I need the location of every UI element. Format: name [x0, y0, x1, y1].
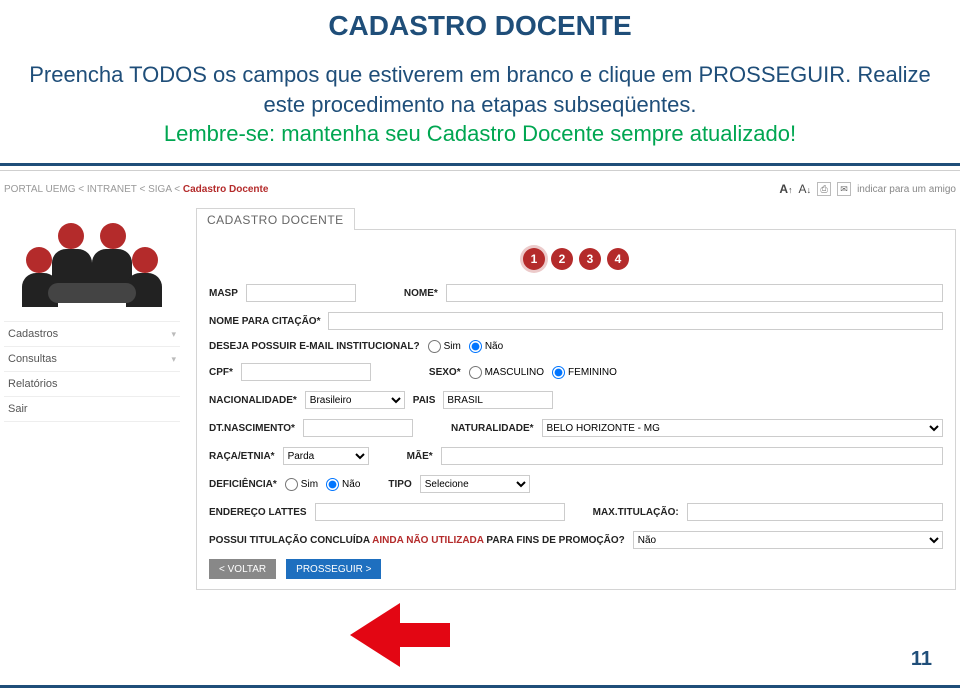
dtnasc-label: DT.NASCIMENTO*: [209, 423, 295, 434]
sidebar-item-cadastros[interactable]: Cadastros ▾: [4, 322, 180, 347]
def-nao-input[interactable]: [326, 478, 339, 491]
chevron-down-icon: ▾: [171, 354, 176, 365]
deficiencia-label: DEFICIÊNCIA*: [209, 479, 277, 490]
divider: [0, 163, 960, 166]
tipo-select[interactable]: Selecione: [420, 475, 530, 493]
step-indicator: 1 2 3 4: [209, 248, 943, 270]
email-nao-text: Não: [485, 341, 503, 352]
page-number: 11: [911, 648, 932, 671]
sexo-masc-text: MASCULINO: [485, 367, 544, 378]
titulacao-q-part-b: AINDA NÃO UTILIZADA: [372, 535, 483, 546]
titulacao-question: POSSUI TITULAÇÃO CONCLUÍDA AINDA NÃO UTI…: [209, 535, 625, 546]
breadcrumb-active: Cadastro Docente: [183, 184, 269, 195]
dtnasc-field[interactable]: [303, 419, 413, 437]
citacao-field[interactable]: [328, 312, 943, 330]
titulacao-q-part-a: POSSUI TITULAÇÃO CONCLUÍDA: [209, 535, 372, 546]
font-increase-button[interactable]: A↑: [779, 182, 792, 196]
screenshot-area: PORTAL UEMG < INTRANET < SIGA < Cadastro…: [0, 170, 960, 590]
arrow-down-icon: ↓: [807, 185, 812, 195]
instruction-line-2: Lembre-se: mantenha seu Cadastro Docente…: [164, 121, 796, 146]
email-sim-input[interactable]: [428, 340, 441, 353]
step-3[interactable]: 3: [579, 248, 601, 270]
panel-tab: CADASTRO DOCENTE: [196, 208, 355, 230]
sidebar: Cadastros ▾ Consultas ▾ Relatórios Sair: [4, 207, 180, 590]
cpf-field[interactable]: [241, 363, 371, 381]
nacionalidade-select[interactable]: Brasileiro: [305, 391, 405, 409]
email-inst-label: DESEJA POSSUIR E-MAIL INSTITUCIONAL?: [209, 341, 420, 352]
email-nao-input[interactable]: [469, 340, 482, 353]
arrow-up-icon: ↑: [788, 185, 793, 195]
sidebar-item-label: Relatórios: [8, 378, 58, 390]
maxtit-label: MAX.TITULAÇÃO:: [593, 507, 679, 518]
indicate-link[interactable]: indicar para um amigo: [857, 184, 956, 195]
tipo-label: TIPO: [388, 479, 411, 490]
naturalidade-select[interactable]: BELO HORIZONTE - MG: [542, 419, 943, 437]
mae-label: MÃE*: [407, 451, 433, 462]
nome-label: NOME*: [404, 288, 438, 299]
sexo-label: SEXO*: [429, 367, 461, 378]
step-4[interactable]: 4: [607, 248, 629, 270]
sidebar-item-label: Sair: [8, 403, 28, 415]
citacao-label: NOME PARA CITAÇÃO*: [209, 316, 320, 327]
prosseguir-button[interactable]: PROSSEGUIR >: [286, 559, 381, 579]
email-sim-text: Sim: [444, 341, 461, 352]
naturalidade-label: NATURALIDADE*: [451, 423, 534, 434]
font-increase-label: A: [779, 182, 788, 196]
breadcrumb: PORTAL UEMG < INTRANET < SIGA < Cadastro…: [4, 184, 268, 195]
red-arrow-icon: [350, 603, 450, 663]
lattes-label: ENDEREÇO LATTES: [209, 507, 307, 518]
titulacao-select[interactable]: Não: [633, 531, 943, 549]
def-nao-text: Não: [342, 479, 360, 490]
titulacao-q-part-c: PARA FINS DE PROMOÇÃO?: [484, 535, 625, 546]
masp-label: MASP: [209, 288, 238, 299]
sexo-masc-radio[interactable]: MASCULINO: [469, 366, 544, 379]
def-sim-text: Sim: [301, 479, 318, 490]
bottom-border: [0, 685, 960, 699]
nome-field[interactable]: [446, 284, 943, 302]
pais-label: PAIS: [413, 395, 436, 406]
masp-field[interactable]: [246, 284, 356, 302]
def-sim-radio[interactable]: Sim: [285, 478, 318, 491]
sexo-fem-text: FEMININO: [568, 367, 617, 378]
email-nao-radio[interactable]: Não: [469, 340, 503, 353]
step-2[interactable]: 2: [551, 248, 573, 270]
font-decrease-label: A: [799, 182, 807, 196]
sexo-fem-radio[interactable]: FEMININO: [552, 366, 617, 379]
mae-field[interactable]: [441, 447, 943, 465]
sidebar-item-label: Consultas: [8, 353, 57, 365]
sexo-fem-input[interactable]: [552, 366, 565, 379]
nacionalidade-label: NACIONALIDADE*: [209, 395, 297, 406]
breadcrumb-prefix: PORTAL UEMG < INTRANET < SIGA <: [4, 184, 183, 195]
sidebar-item-relatorios[interactable]: Relatórios: [4, 372, 180, 397]
instruction-line-1a: Preencha TODOS os campos que estiverem e…: [29, 62, 851, 87]
instructions: Preencha TODOS os campos que estiverem e…: [24, 60, 936, 149]
maxtit-field[interactable]: [687, 503, 943, 521]
form-panel: 1 2 3 4 MASP NOME* NOME PARA CITAÇÃO* DE: [196, 229, 956, 590]
chevron-down-icon: ▾: [171, 329, 176, 340]
email-sim-radio[interactable]: Sim: [428, 340, 461, 353]
cpf-label: CPF*: [209, 367, 233, 378]
def-nao-radio[interactable]: Não: [326, 478, 360, 491]
raca-label: RAÇA/ETNIA*: [209, 451, 275, 462]
sidebar-item-sair[interactable]: Sair: [4, 397, 180, 422]
font-decrease-button[interactable]: A↓: [799, 182, 812, 196]
def-sim-input[interactable]: [285, 478, 298, 491]
lattes-field[interactable]: [315, 503, 565, 521]
voltar-button[interactable]: < VOLTAR: [209, 559, 276, 579]
sidebar-item-label: Cadastros: [8, 328, 58, 340]
sexo-masc-input[interactable]: [469, 366, 482, 379]
print-icon[interactable]: ⎙: [817, 182, 831, 196]
sidebar-item-consultas[interactable]: Consultas ▾: [4, 347, 180, 372]
pais-field[interactable]: [443, 391, 553, 409]
step-1[interactable]: 1: [523, 248, 545, 270]
people-group-icon: [22, 219, 162, 309]
mail-icon[interactable]: ✉: [837, 182, 851, 196]
raca-select[interactable]: Parda: [283, 447, 369, 465]
page-title: CADASTRO DOCENTE: [24, 10, 936, 42]
